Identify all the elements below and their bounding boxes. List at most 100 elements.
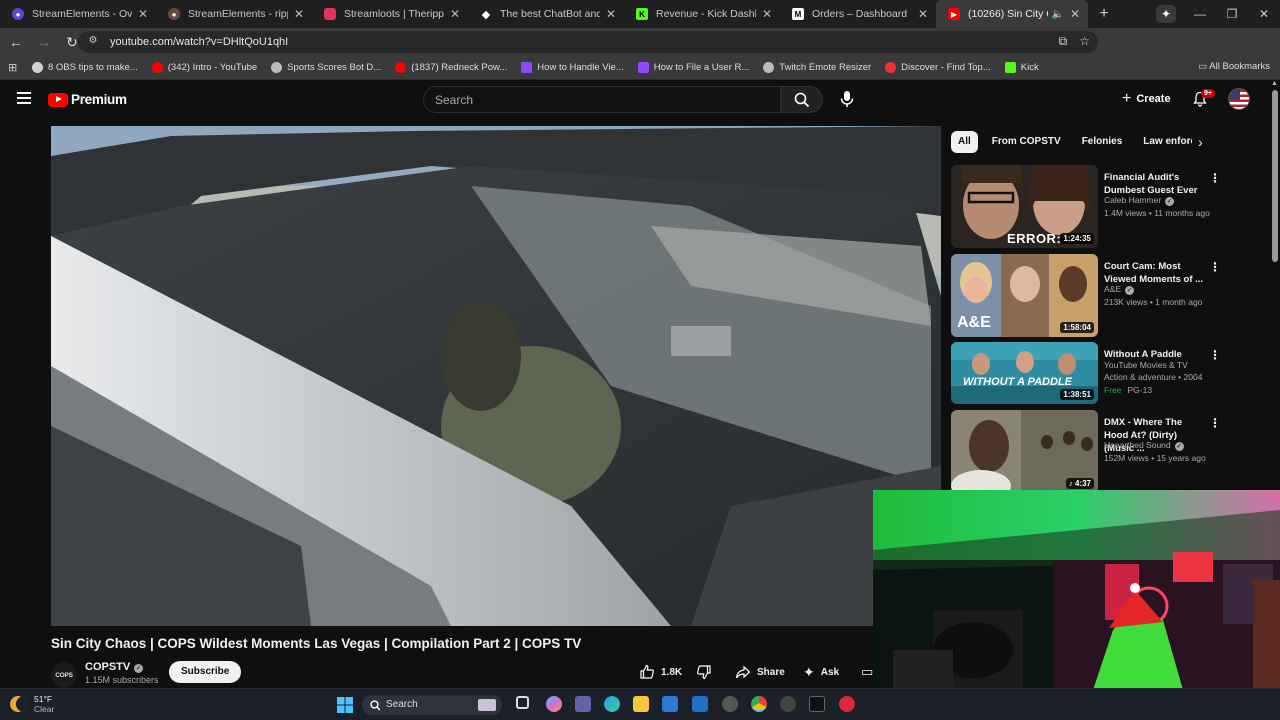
more-options-icon[interactable]: ⋮ [1209, 260, 1221, 274]
recommendation-channel[interactable]: Unearthed Sound ✓ [1104, 440, 1184, 451]
more-options-icon[interactable]: ⋮ [1209, 416, 1221, 430]
recommendation-item[interactable]: ERROR: 1:24:35 Financial Audit's Dumbest… [951, 165, 1231, 249]
new-tab-button[interactable]: + [1094, 5, 1114, 23]
bookmark-item[interactable]: (1837) Redneck Pow... [395, 62, 507, 73]
microphone-icon[interactable] [836, 88, 858, 110]
speaker-icon[interactable]: 🔈 [1051, 9, 1063, 20]
account-avatar[interactable] [1228, 88, 1250, 110]
install-app-icon[interactable]: ⧉ [1059, 34, 1068, 49]
recommendation-channel[interactable]: Caleb Hammer ✓ [1104, 195, 1175, 206]
tab-chatbot-widgets[interactable]: ◆ The best ChatBot and Widgets ✕ [468, 0, 624, 28]
window-close-icon[interactable]: ✕ [1248, 7, 1280, 21]
search-icon [370, 700, 381, 711]
url-text[interactable]: youtube.com/watch?v=DHltQoU1qhI [110, 36, 288, 48]
more-options-icon[interactable]: ⋮ [1209, 348, 1221, 362]
video-thumbnail[interactable]: A&E 1:58:04 [951, 254, 1098, 337]
tab-streamelements-rippedredne[interactable]: ● StreamElements - rippedredne ✕ [156, 0, 312, 28]
close-icon[interactable]: ✕ [1070, 7, 1080, 21]
back-icon[interactable]: ← [4, 34, 28, 50]
save-button[interactable]: ▭ [861, 660, 873, 684]
chip-from-channel[interactable]: From COPSTV [985, 131, 1068, 153]
close-icon[interactable]: ✕ [762, 7, 772, 21]
more-options-icon[interactable]: ⋮ [1209, 171, 1221, 185]
store-icon[interactable] [662, 696, 678, 712]
app-icon[interactable] [839, 696, 855, 712]
recommendation-title[interactable]: Financial Audit's Dumbest Guest Ever [1104, 171, 1206, 197]
filter-chips: All From COPSTV Felonies Law enforce [951, 131, 1199, 153]
thumbnail-text: WITHOUT A PADDLE [963, 376, 1072, 388]
app-icon[interactable] [722, 696, 738, 712]
channel-name[interactable]: COPSTV ✓ [85, 661, 144, 673]
recommendation-item[interactable]: ♪ 4:37 DMX - Where The Hood At? (Dirty) … [951, 410, 1231, 494]
chip-law-enforcement[interactable]: Law enforce [1136, 131, 1192, 153]
copilot-icon[interactable] [546, 696, 562, 712]
taskbar-search-input[interactable]: Search [362, 695, 502, 715]
bookmark-item[interactable]: Kick [1004, 62, 1039, 73]
video-thumbnail[interactable]: WITHOUT A PADDLE 1:38:51 [951, 342, 1098, 404]
ask-button[interactable]: ✦ Ask [803, 660, 839, 684]
weather-widget[interactable]: 51°F Clear [10, 694, 54, 714]
search-input[interactable]: Search [423, 86, 781, 113]
app-icon[interactable] [780, 696, 796, 712]
close-icon[interactable]: ✕ [138, 7, 148, 21]
tab-orders-dashboard[interactable]: M Orders – Dashboard ✕ [780, 0, 936, 28]
chevron-right-icon[interactable]: › [1198, 134, 1203, 150]
tab-kick-revenue[interactable]: K Revenue - Kick Dashboard ✕ [624, 0, 780, 28]
terminal-icon[interactable] [809, 696, 825, 712]
close-icon[interactable]: ✕ [294, 7, 304, 21]
minimize-icon[interactable]: — [1184, 7, 1216, 21]
dislike-button[interactable] [696, 660, 712, 684]
outlook-icon[interactable] [692, 696, 708, 712]
chip-felonies[interactable]: Felonies [1075, 131, 1130, 153]
search-button[interactable] [781, 86, 823, 113]
close-icon[interactable]: ✕ [918, 7, 928, 21]
bookmark-item[interactable]: (342) Intro - YouTube [151, 62, 257, 73]
scroll-up-icon[interactable]: ▲ [1271, 80, 1278, 87]
file-explorer-icon[interactable] [633, 696, 649, 712]
close-icon[interactable]: ✕ [450, 7, 460, 21]
recommendation-channel[interactable]: YouTube Movies & TV [1104, 360, 1188, 370]
channel-avatar[interactable]: COPS [51, 662, 77, 688]
scrollbar-thumb[interactable] [1272, 90, 1278, 262]
close-icon[interactable]: ✕ [606, 7, 616, 21]
task-view-icon[interactable] [516, 696, 529, 709]
video-thumbnail[interactable]: ♪ 4:37 [951, 410, 1098, 493]
site-info-icon[interactable]: ⚙ [86, 35, 100, 49]
bookmark-item[interactable]: Sports Scores Bot D... [271, 62, 381, 73]
chip-all[interactable]: All [951, 131, 978, 153]
chrome-icon[interactable] [751, 696, 767, 712]
apps-grid-icon[interactable]: ⊞ [8, 61, 22, 74]
tab-streamloots[interactable]: Streamloots | Therippedredne ✕ [312, 0, 468, 28]
all-bookmarks-button[interactable]: ▭ All Bookmarks [1198, 61, 1270, 72]
url-bar[interactable]: ⚙ youtube.com/watch?v=DHltQoU1qhI ⧉ ☆ [78, 31, 1098, 53]
dashboard-icon: M [792, 8, 804, 20]
tab-title: Revenue - Kick Dashboard [656, 8, 756, 20]
restore-icon[interactable]: ❐ [1216, 7, 1248, 21]
subscribe-button[interactable]: Subscribe [169, 661, 242, 683]
bookmark-item[interactable]: Discover - Find Top... [885, 62, 991, 73]
bookmark-star-icon[interactable]: ☆ [1079, 34, 1090, 49]
gemini-icon[interactable]: ✦ [1156, 5, 1176, 23]
bookmark-item[interactable]: 8 OBS tips to make... [32, 62, 138, 73]
forward-icon[interactable]: → [32, 34, 56, 50]
create-button[interactable]: + Create [1122, 90, 1171, 108]
verified-check-icon: ✓ [1125, 286, 1135, 295]
teams-icon[interactable] [575, 696, 591, 712]
tab-streamelements-overlays[interactable]: ● StreamElements - Overlays ✕ [0, 0, 156, 28]
recommendation-item[interactable]: A&E 1:58:04 Court Cam: Most Viewed Momen… [951, 254, 1231, 338]
bookmark-label: Kick [1020, 62, 1039, 73]
edge-icon[interactable] [604, 696, 620, 712]
recommendation-channel[interactable]: A&E ✓ [1104, 284, 1135, 295]
video-player[interactable] [51, 126, 941, 626]
recommendation-title[interactable]: Court Cam: Most Viewed Moments of ... [1104, 260, 1206, 286]
tab-youtube-active[interactable]: ▶ (10266) Sin City Chaos | CO 🔈 ✕ [936, 0, 1088, 28]
video-thumbnail[interactable]: ERROR: 1:24:35 [951, 165, 1098, 248]
windows-start-icon[interactable] [337, 697, 353, 713]
share-button[interactable]: Share [735, 660, 785, 684]
bookmark-item[interactable]: How to Handle Vie... [521, 62, 624, 73]
youtube-logo[interactable]: Premium [48, 92, 127, 107]
hamburger-menu-icon[interactable] [17, 92, 31, 104]
bookmark-item[interactable]: How to File a User R... [637, 62, 749, 73]
like-button[interactable]: 1.8K [639, 660, 682, 684]
bookmark-item[interactable]: Twitch Emote Resizer [763, 62, 871, 73]
